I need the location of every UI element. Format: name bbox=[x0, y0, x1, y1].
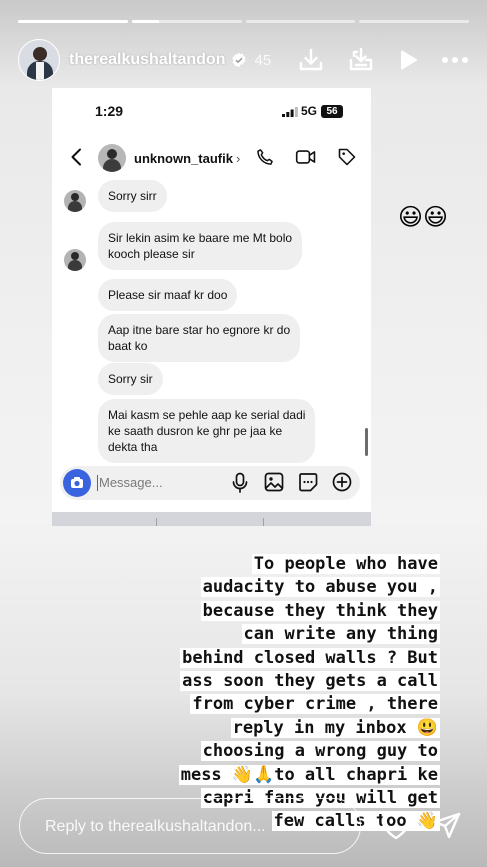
heart-icon[interactable] bbox=[380, 811, 412, 841]
caption-line: from cyber crime , there bbox=[190, 694, 440, 715]
sender-avatar bbox=[64, 249, 86, 271]
chevron-right-icon: › bbox=[235, 151, 241, 166]
progress-segment bbox=[18, 20, 128, 23]
message-composer[interactable]: Message... bbox=[60, 466, 360, 500]
message-list: Sorry sirr Sir lekin asim ke baare me Mt… bbox=[52, 180, 371, 463]
message-input[interactable]: Message... bbox=[99, 475, 163, 490]
contact-avatar[interactable] bbox=[98, 144, 126, 172]
message-bubble[interactable]: Sorry sir bbox=[98, 363, 163, 395]
avatar[interactable] bbox=[18, 39, 60, 81]
story-progress bbox=[18, 20, 469, 23]
tag-icon[interactable] bbox=[337, 147, 357, 167]
battery-icon: 56 bbox=[321, 105, 343, 118]
gallery-icon[interactable] bbox=[264, 472, 284, 492]
caption-line: because they think they bbox=[200, 600, 440, 621]
video-icon[interactable] bbox=[295, 147, 317, 167]
phone-icon[interactable] bbox=[255, 147, 275, 167]
caption-line: mess 👋🙏to all chapri ke bbox=[178, 764, 440, 785]
text-caret bbox=[97, 475, 98, 491]
send-icon[interactable] bbox=[432, 811, 462, 841]
play-icon[interactable] bbox=[397, 48, 419, 72]
message-bubble[interactable]: Please sir maaf kr doo bbox=[98, 279, 238, 311]
story-username[interactable]: therealkushaltandon bbox=[69, 51, 225, 69]
more-icon[interactable] bbox=[441, 55, 469, 65]
phone-status-bar: 1:29 5G 56 bbox=[52, 88, 371, 136]
camera-icon[interactable] bbox=[63, 469, 91, 497]
progress-segment bbox=[359, 20, 469, 23]
back-icon[interactable] bbox=[70, 148, 82, 166]
keyboard-suggestion-strip bbox=[52, 512, 371, 526]
caption-line: reply in my inbox 😃 bbox=[230, 717, 440, 738]
sender-avatar bbox=[64, 190, 86, 212]
reply-input[interactable]: Reply to therealkushaltandon... bbox=[19, 798, 361, 854]
emoji-sticker: 😃😃 bbox=[398, 204, 449, 231]
story-header: therealkushaltandon 45 bbox=[18, 38, 469, 82]
status-time: 1:29 bbox=[95, 103, 124, 119]
message-bubble[interactable]: Mai kasm se pehle aap ke serial dadi ke s… bbox=[98, 399, 316, 463]
message-bubble[interactable]: Sorry sirr bbox=[98, 180, 167, 212]
verified-icon bbox=[232, 52, 247, 68]
signal-icon bbox=[282, 107, 298, 117]
message-bubble[interactable]: Sir lekin asim ke baare me Mt bolo kooch … bbox=[98, 222, 303, 270]
message-bubble[interactable]: Aap itne bare star ho egnore kr do baat k… bbox=[98, 314, 301, 362]
dm-screenshot: 1:29 5G 56 unknown_taufik › Sorry sirr S… bbox=[52, 88, 371, 526]
network-label: 5G bbox=[301, 104, 318, 118]
caption-line: To people who have bbox=[251, 554, 440, 574]
contact-name[interactable]: unknown_taufik › bbox=[134, 151, 240, 166]
add-icon[interactable] bbox=[332, 472, 352, 492]
story-caption: To people who have audacity to abuse you… bbox=[110, 553, 440, 834]
story-time: 45 bbox=[254, 51, 272, 69]
reply-placeholder: Reply to therealkushaltandon... bbox=[45, 818, 266, 835]
scrollbar[interactable] bbox=[365, 428, 368, 456]
caption-line: audacity to abuse you , bbox=[200, 577, 440, 598]
dm-header: unknown_taufik › bbox=[52, 138, 371, 180]
progress-segment bbox=[131, 20, 242, 23]
download-icon[interactable] bbox=[297, 46, 325, 74]
caption-line: behind closed walls ? But bbox=[180, 647, 440, 668]
caption-line: can write any thing bbox=[241, 624, 440, 645]
add-to-story-icon[interactable] bbox=[347, 46, 375, 74]
microphone-icon[interactable] bbox=[230, 472, 250, 494]
caption-line: choosing a wrong guy to bbox=[200, 741, 440, 762]
progress-segment bbox=[245, 20, 356, 23]
caption-line: ass soon they gets a call bbox=[180, 671, 440, 692]
sticker-icon[interactable] bbox=[298, 472, 318, 492]
